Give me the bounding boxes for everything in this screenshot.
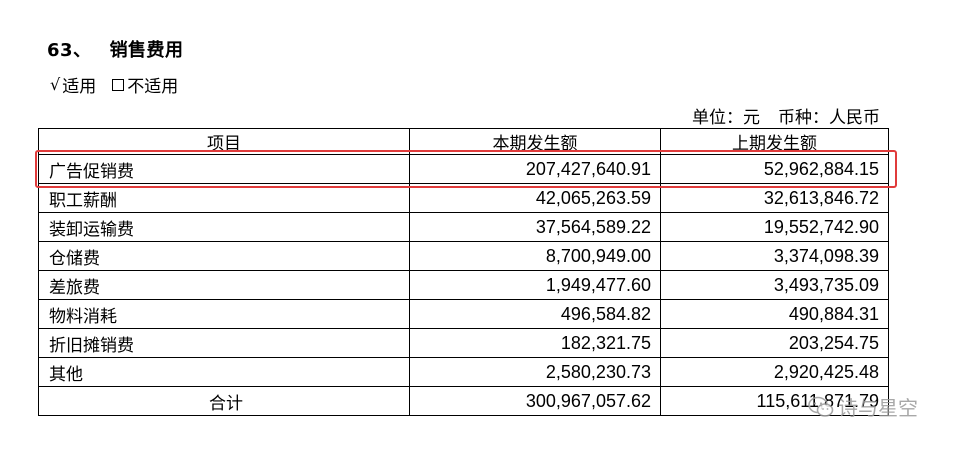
row-previous: 52,962,884.15 [660, 154, 889, 184]
total-label: 合计 [38, 386, 410, 416]
row-previous: 490,884.31 [660, 299, 889, 329]
currency-label: 币种：人民币 [778, 108, 880, 128]
row-current: 2,580,230.73 [409, 357, 661, 387]
unit-currency-line: 单位：元 币种：人民币 [692, 103, 880, 128]
row-item: 物料消耗 [38, 299, 410, 329]
row-previous: 2,920,425.48 [660, 357, 889, 387]
table-row: 装卸运输费 37,564,589.22 19,552,742.90 [38, 212, 889, 242]
table-row: 仓储费 8,700,949.00 3,374,098.39 [38, 241, 889, 271]
table-row: 物料消耗 496,584.82 490,884.31 [38, 299, 889, 329]
table-row: 其他 2,580,230.73 2,920,425.48 [38, 357, 889, 387]
table-total-row: 合计 300,967,057.62 115,611,871.79 [38, 386, 889, 416]
column-header-item: 项目 [38, 128, 410, 155]
row-item: 差旅费 [38, 270, 410, 300]
row-item: 职工薪酬 [38, 183, 410, 213]
row-previous: 19,552,742.90 [660, 212, 889, 242]
row-current: 37,564,589.22 [409, 212, 661, 242]
watermark-text: 诗与星空 [838, 396, 918, 420]
table-header-row: 项目 本期发生额 上期发生额 [38, 128, 889, 155]
watermark: 诗与星空 [808, 392, 918, 421]
column-header-previous: 上期发生额 [660, 128, 889, 155]
row-previous: 203,254.75 [660, 328, 889, 358]
row-current: 496,584.82 [409, 299, 661, 329]
row-current: 42,065,263.59 [409, 183, 661, 213]
table-row: 折旧摊销费 182,321.75 203,254.75 [38, 328, 889, 358]
row-item: 仓储费 [38, 241, 410, 271]
section-title: 销售费用 [109, 40, 184, 61]
row-previous: 32,613,846.72 [660, 183, 889, 213]
not-applicable-label: 不适用 [127, 77, 179, 97]
sales-expense-table: 项目 本期发生额 上期发生额 广告促销费 207,427,640.91 52,9… [38, 128, 889, 416]
unit-label: 单位：元 [692, 108, 760, 128]
empty-checkbox-icon [112, 78, 125, 91]
row-current: 182,321.75 [409, 328, 661, 358]
column-header-current: 本期发生额 [409, 128, 661, 155]
row-previous: 3,374,098.39 [660, 241, 889, 271]
applicability-options: √ 适用 不适用 [50, 72, 178, 97]
row-current: 8,700,949.00 [409, 241, 661, 271]
applicable-label: 适用 [62, 77, 97, 97]
section-number: 63、 [47, 40, 92, 61]
row-item: 其他 [38, 357, 410, 387]
wechat-icon [808, 396, 834, 417]
row-previous: 3,493,735.09 [660, 270, 889, 300]
row-current: 1,949,477.60 [409, 270, 661, 300]
check-mark-icon: √ [50, 75, 61, 94]
table-row: 差旅费 1,949,477.60 3,493,735.09 [38, 270, 889, 300]
row-item: 装卸运输费 [38, 212, 410, 242]
row-current: 207,427,640.91 [409, 154, 661, 184]
row-item: 广告促销费 [38, 154, 410, 184]
section-heading: 63、 销售费用 [47, 36, 184, 62]
table-row: 广告促销费 207,427,640.91 52,962,884.15 [38, 154, 889, 184]
table-row: 职工薪酬 42,065,263.59 32,613,846.72 [38, 183, 889, 213]
total-current: 300,967,057.62 [409, 386, 661, 416]
row-item: 折旧摊销费 [38, 328, 410, 358]
